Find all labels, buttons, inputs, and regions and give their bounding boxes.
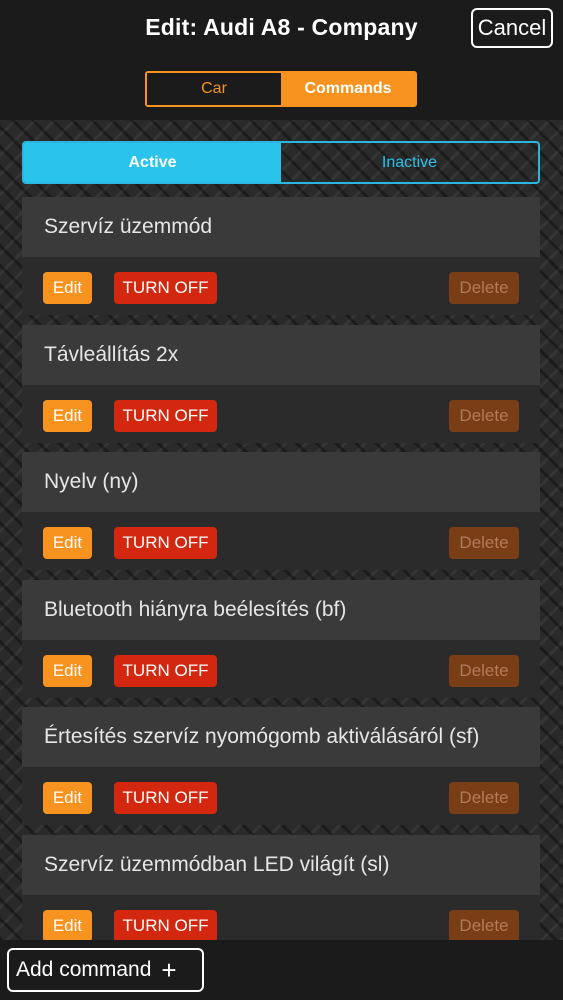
filter-active[interactable]: Active [24, 143, 281, 182]
command-name: Nyelv (ny) [22, 452, 540, 512]
delete-button[interactable]: Delete [449, 527, 519, 559]
edit-button[interactable]: Edit [43, 399, 92, 432]
turn-off-button[interactable]: TURN OFF [114, 654, 217, 687]
add-command-button[interactable]: Add command + [7, 948, 204, 992]
command-actions: Edit TURN OFF Delete [22, 257, 540, 315]
command-item: Nyelv (ny) Edit TURN OFF Delete [22, 452, 540, 580]
view-tabs: Car Commands [145, 71, 417, 107]
command-list: Szervíz üzemmód Edit TURN OFF Delete Táv… [22, 197, 540, 962]
edit-button[interactable]: Edit [43, 654, 92, 687]
turn-off-button[interactable]: TURN OFF [114, 527, 217, 559]
command-actions: Edit TURN OFF Delete [22, 512, 540, 570]
delete-button[interactable]: Delete [449, 399, 519, 432]
commands-panel: Active Inactive Szervíz üzemmód Edit TUR… [0, 120, 563, 1000]
filter-inactive[interactable]: Inactive [281, 143, 538, 182]
edit-button[interactable]: Edit [43, 527, 92, 559]
turn-off-button[interactable]: TURN OFF [114, 272, 217, 304]
edit-button[interactable]: Edit [43, 909, 92, 942]
command-actions: Edit TURN OFF Delete [22, 384, 540, 443]
command-name: Szervíz üzemmód [22, 197, 540, 257]
bottom-bar: Add command + [0, 940, 563, 1000]
command-item: Értesítés szervíz nyomógomb aktiválásáró… [22, 707, 540, 835]
top-bar: Edit: Audi A8 - Company Cancel Car Comma… [0, 0, 563, 120]
turn-off-button[interactable]: TURN OFF [114, 782, 217, 814]
edit-button[interactable]: Edit [43, 272, 92, 304]
command-item: Szervíz üzemmód Edit TURN OFF Delete [22, 197, 540, 325]
turn-off-button[interactable]: TURN OFF [114, 399, 217, 432]
command-name: Szervíz üzemmódban LED világít (sl) [22, 834, 540, 895]
delete-button[interactable]: Delete [449, 782, 519, 814]
edit-button[interactable]: Edit [43, 782, 92, 814]
add-command-label: Add command [16, 958, 152, 981]
command-actions: Edit TURN OFF Delete [22, 639, 540, 698]
command-name: Értesítés szervíz nyomógomb aktiválásáró… [22, 707, 540, 767]
plus-icon: + [161, 955, 177, 985]
status-filter: Active Inactive [22, 141, 540, 184]
command-name: Bluetooth hiányra beélesítés (bf) [22, 579, 540, 640]
turn-off-button[interactable]: TURN OFF [114, 909, 217, 942]
delete-button[interactable]: Delete [449, 654, 519, 687]
delete-button[interactable]: Delete [449, 909, 519, 942]
command-actions: Edit TURN OFF Delete [22, 767, 540, 825]
command-name: Távleállítás 2x [22, 324, 540, 385]
command-item: Távleállítás 2x Edit TURN OFF Delete [22, 324, 540, 453]
cancel-button[interactable]: Cancel [471, 8, 553, 48]
command-item: Bluetooth hiányra beélesítés (bf) Edit T… [22, 579, 540, 708]
delete-button[interactable]: Delete [449, 272, 519, 304]
tab-car[interactable]: Car [147, 73, 281, 105]
tab-commands[interactable]: Commands [281, 73, 415, 105]
